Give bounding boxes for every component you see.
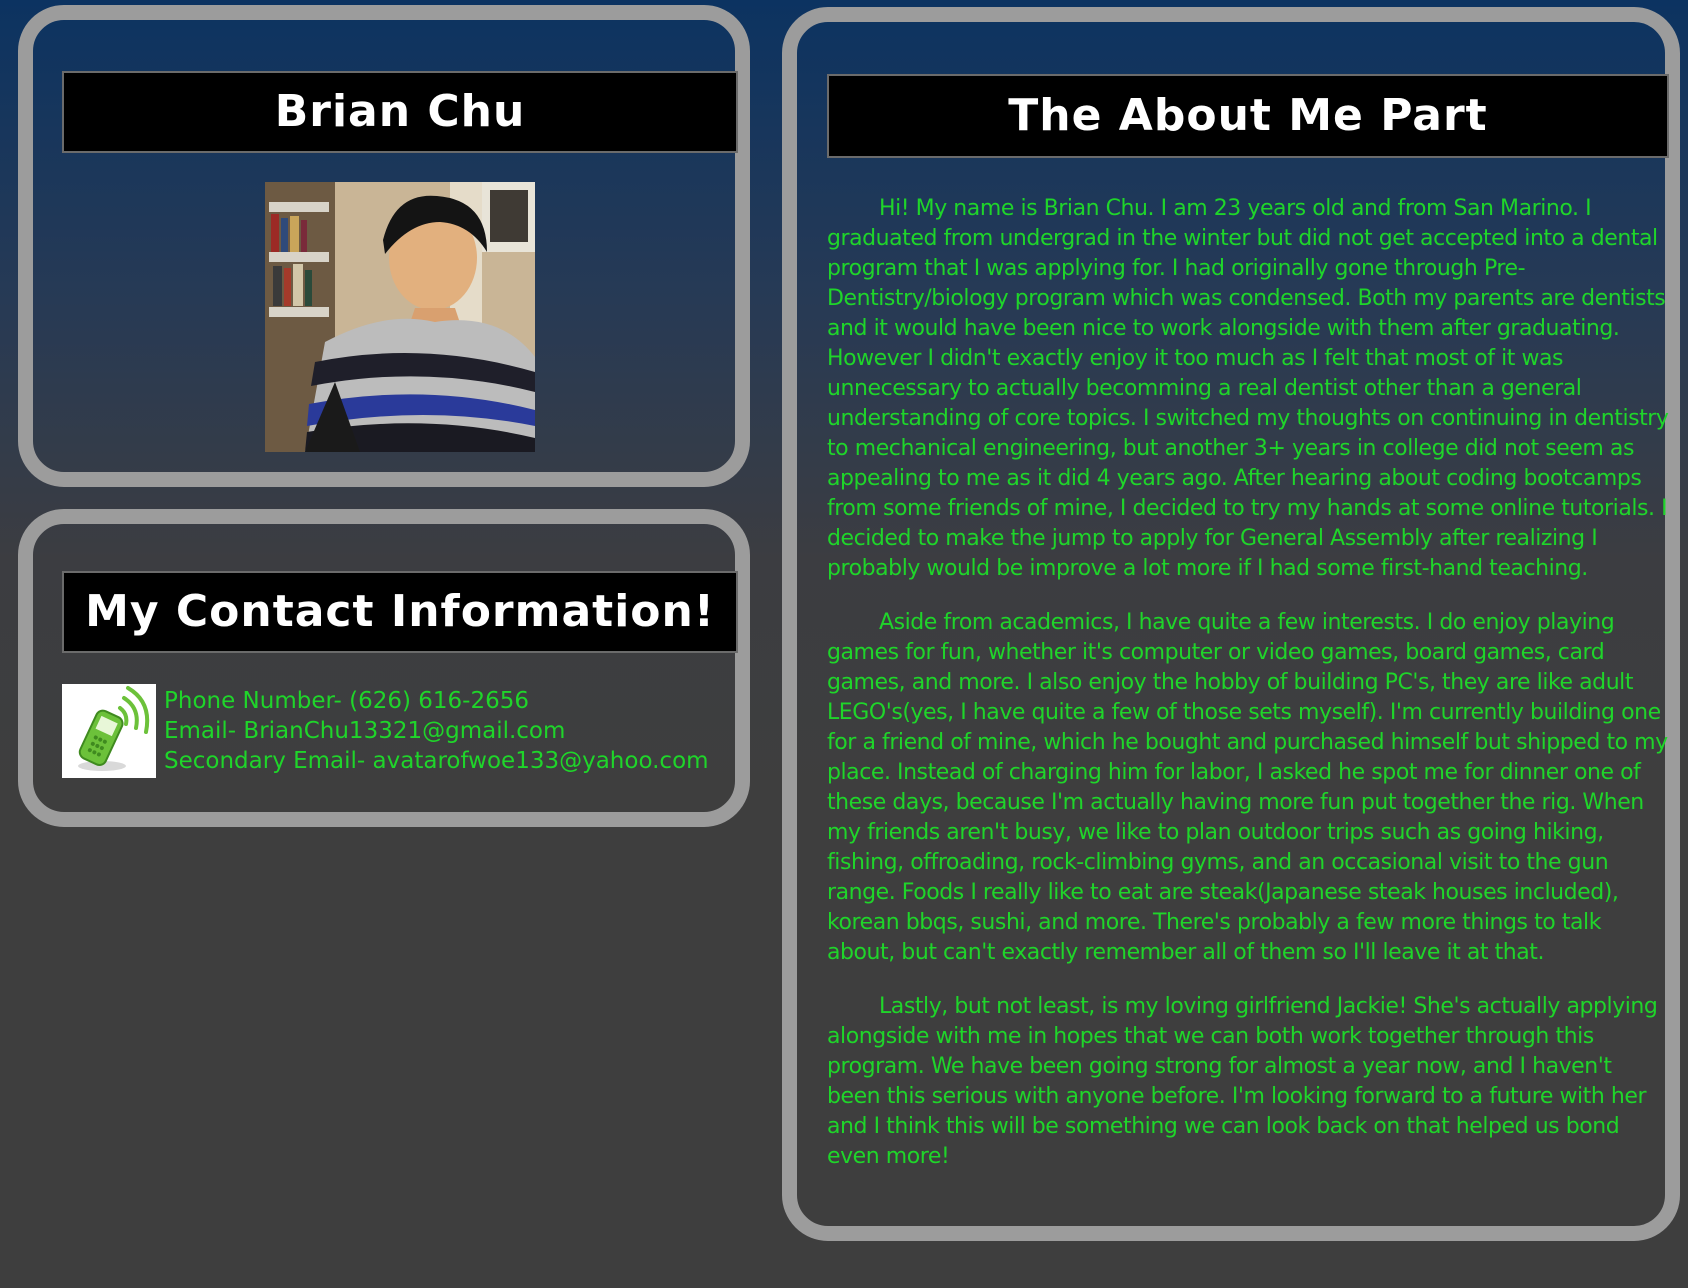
about-paragraph-3: Lastly, but not least, is my loving girl… xyxy=(827,994,1658,1169)
about-panel: The About Me Part Hi! My name is Brian C… xyxy=(782,7,1680,1241)
profile-photo xyxy=(265,182,535,452)
about-body: Hi! My name is Brian Chu. I am 23 years … xyxy=(827,194,1669,1196)
contact-heading: My Contact Information! xyxy=(62,571,738,653)
about-paragraph-1: Hi! My name is Brian Chu. I am 23 years … xyxy=(827,196,1669,581)
profile-panel: Brian Chu xyxy=(18,5,750,487)
email-text: Email- BrianChu13321@gmail.com xyxy=(164,718,566,744)
mobile-phone-icon-graphic xyxy=(78,686,150,771)
profile-name-heading: Brian Chu xyxy=(62,71,738,153)
contact-panel: My Contact Information! Phone Number- (6… xyxy=(18,509,750,827)
secondary-email-text: Secondary Email- avatarofwoe133@yahoo.co… xyxy=(164,748,709,774)
about-heading: The About Me Part xyxy=(827,74,1669,158)
about-paragraph-2: Aside from academics, I have quite a few… xyxy=(827,610,1668,965)
contact-details: Phone Number- (626) 616-2656 Email- Bria… xyxy=(164,686,744,776)
profile-photo-image xyxy=(265,182,535,452)
mobile-phone-icon xyxy=(62,684,156,778)
phone-number-text: Phone Number- (626) 616-2656 xyxy=(164,688,529,714)
